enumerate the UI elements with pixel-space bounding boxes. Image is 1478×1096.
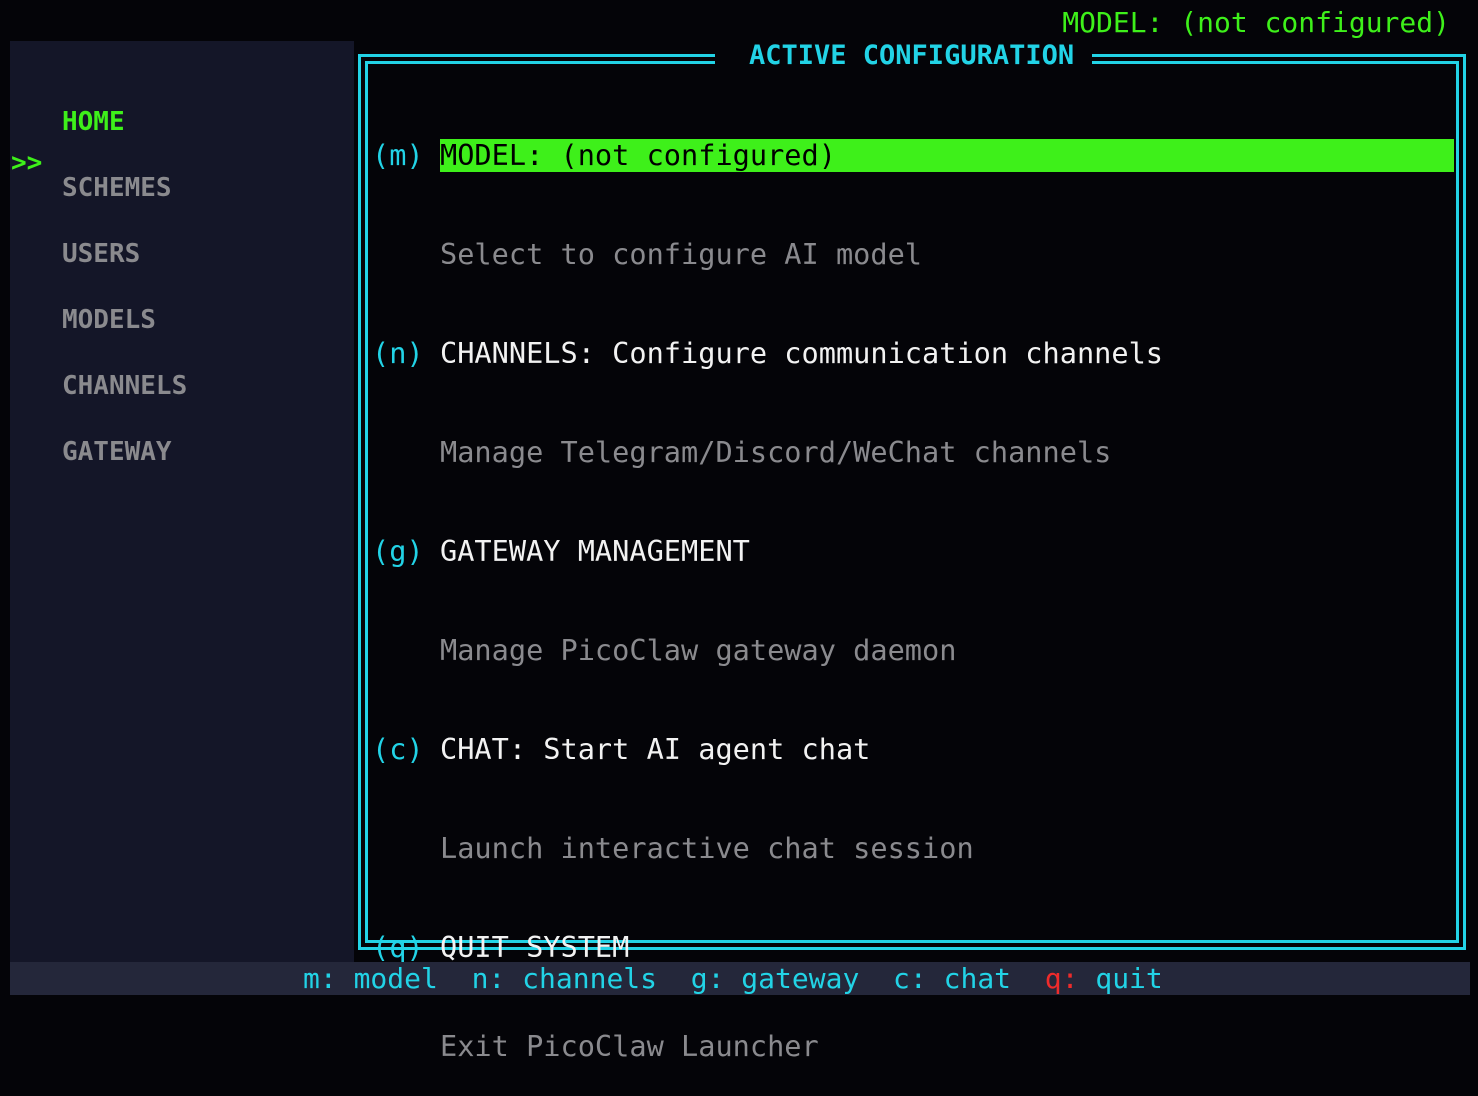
menu-label: MODEL: (not configured) bbox=[440, 139, 1454, 172]
sidebar-item-schemes[interactable]: SCHEMES bbox=[62, 173, 172, 203]
hint-channels: n: channels bbox=[472, 962, 657, 995]
menu-list: (m)MODEL: (not configured) Select to con… bbox=[372, 73, 1454, 1096]
hint-chat: c: chat bbox=[893, 962, 1011, 995]
menu-desc: Launch interactive chat session bbox=[372, 832, 1454, 865]
menu-item-model[interactable]: (m)MODEL: (not configured) bbox=[372, 139, 1454, 172]
menu-key: (n) bbox=[372, 337, 440, 370]
hint-quit-key: q: bbox=[1045, 962, 1079, 995]
keybinding-bar: m: model n: channels g: gateway c: chat … bbox=[10, 962, 1470, 995]
menu-key: (q) bbox=[372, 931, 440, 964]
menu-label: CHANNELS: Configure communication channe… bbox=[440, 337, 1163, 370]
menu-label: GATEWAY MANAGEMENT bbox=[440, 535, 750, 568]
menu-item-chat[interactable]: (c)CHAT: Start AI agent chat bbox=[372, 733, 1454, 766]
menu-item-gateway[interactable]: (g)GATEWAY MANAGEMENT bbox=[372, 535, 1454, 568]
menu-key: (m) bbox=[372, 139, 440, 172]
menu-item-channels[interactable]: (n)CHANNELS: Configure communication cha… bbox=[372, 337, 1454, 370]
selection-arrow: >> bbox=[11, 148, 42, 178]
model-status: MODEL: (not configured) bbox=[1062, 6, 1450, 40]
sidebar-item-channels[interactable]: CHANNELS bbox=[62, 371, 187, 401]
menu-label: QUIT SYSTEM bbox=[440, 931, 629, 964]
hint-model: m: model bbox=[303, 962, 438, 995]
sidebar-item-gateway[interactable]: GATEWAY bbox=[62, 437, 172, 467]
menu-label: CHAT: Start AI agent chat bbox=[440, 733, 870, 766]
sidebar-item-models[interactable]: MODELS bbox=[62, 305, 156, 335]
menu-key: (c) bbox=[372, 733, 440, 766]
hint-gateway: g: gateway bbox=[691, 962, 860, 995]
menu-desc: Manage Telegram/Discord/WeChat channels bbox=[372, 436, 1454, 469]
sidebar-item-home[interactable]: HOME bbox=[62, 107, 125, 137]
menu-desc: Exit PicoClaw Launcher bbox=[372, 1030, 1454, 1063]
panel-title: ACTIVE CONFIGURATION bbox=[715, 38, 1092, 74]
hint-quit: quit bbox=[1078, 962, 1162, 995]
menu-desc: Select to configure AI model bbox=[372, 238, 1454, 271]
menu-desc: Manage PicoClaw gateway daemon bbox=[372, 634, 1454, 667]
sidebar-item-users[interactable]: USERS bbox=[62, 239, 140, 269]
sidebar: >> HOME SCHEMES USERS MODELS CHANNELS GA… bbox=[10, 41, 354, 962]
menu-key: (g) bbox=[372, 535, 440, 568]
menu-item-quit[interactable]: (q)QUIT SYSTEM bbox=[372, 931, 1454, 964]
